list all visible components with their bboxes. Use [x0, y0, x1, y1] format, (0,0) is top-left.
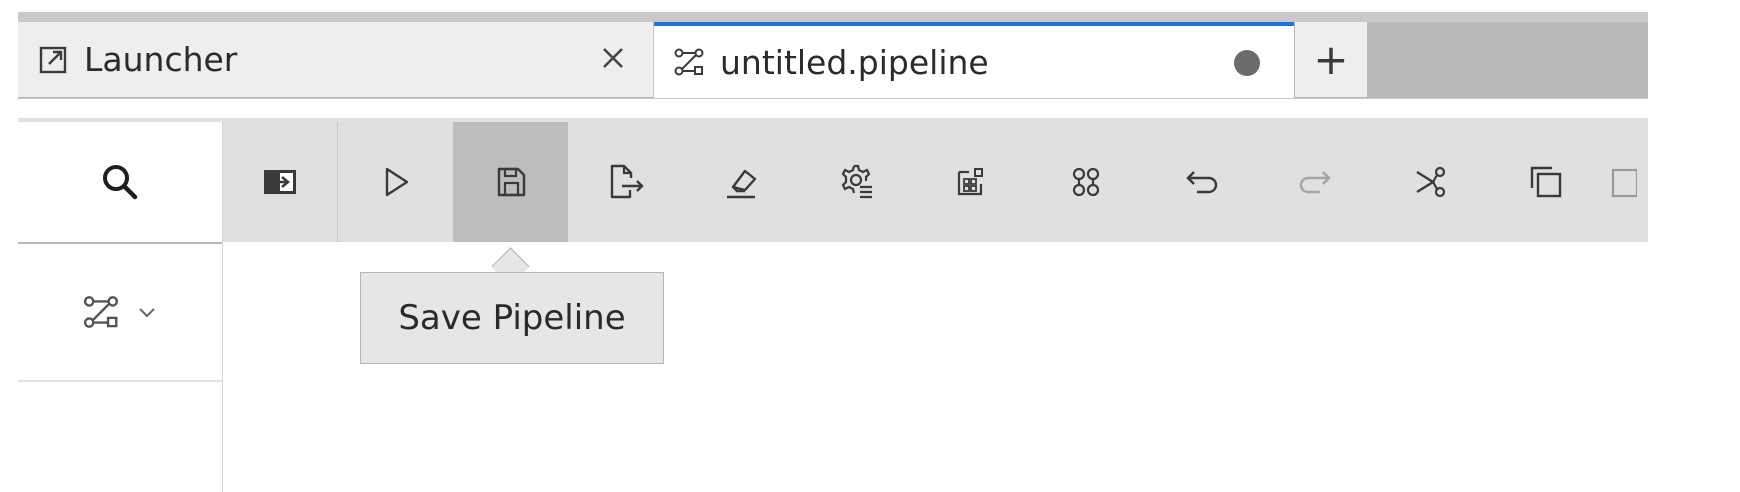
tab-bar: Launcher untitled.pipeline +: [18, 22, 1648, 99]
undo-icon: [1179, 160, 1223, 204]
images-icon: [951, 162, 991, 202]
play-icon: [376, 162, 416, 202]
export-icon: [604, 160, 648, 204]
add-tab-button[interactable]: +: [1295, 22, 1367, 97]
tooltip-text: Save Pipeline: [398, 298, 626, 338]
cut-button[interactable]: [1373, 122, 1488, 242]
pipeline-icon: [81, 292, 121, 332]
tab-launcher-label: Launcher: [84, 40, 238, 79]
pipeline-editor-window: Launcher untitled.pipeline + Save Pipeli…: [0, 0, 1740, 492]
window-top-strip: [18, 12, 1648, 22]
settings-list-icon: [834, 160, 878, 204]
save-pipeline-tooltip: Save Pipeline: [360, 272, 664, 364]
pipeline-toolbar: [223, 122, 1648, 242]
left-sidebar: [18, 122, 223, 492]
run-pipeline-button[interactable]: [338, 122, 453, 242]
plus-icon: +: [1313, 35, 1349, 84]
components-icon: [1066, 162, 1106, 202]
redo-icon: [1294, 160, 1338, 204]
copy-button[interactable]: [1488, 122, 1603, 242]
open-panel-button[interactable]: [223, 122, 338, 242]
paste-icon: [1603, 162, 1637, 202]
tab-untitled-pipeline[interactable]: untitled.pipeline: [654, 22, 1294, 98]
redo-button[interactable]: [1258, 122, 1373, 242]
clear-pipeline-button[interactable]: [683, 122, 798, 242]
tab-launcher[interactable]: Launcher: [18, 22, 654, 97]
unsaved-dot-icon[interactable]: [1234, 50, 1260, 76]
paste-button[interactable]: [1603, 122, 1637, 242]
runtime-settings-button[interactable]: [798, 122, 913, 242]
save-icon: [491, 162, 531, 202]
runtime-images-button[interactable]: [913, 122, 1028, 242]
panel-open-icon: [260, 162, 300, 202]
save-pipeline-button[interactable]: [453, 122, 568, 242]
export-pipeline-button[interactable]: [568, 122, 683, 242]
close-icon[interactable]: [595, 40, 631, 76]
search-icon: [98, 160, 142, 204]
chevron-down-icon: [135, 300, 159, 324]
launcher-icon: [36, 43, 70, 77]
copy-icon: [1524, 160, 1568, 204]
undo-button[interactable]: [1143, 122, 1258, 242]
components-button[interactable]: [1028, 122, 1143, 242]
tab-pipeline-label: untitled.pipeline: [720, 42, 989, 82]
pipeline-icon: [672, 45, 706, 79]
palette-dropdown-button[interactable]: [18, 244, 222, 382]
cut-icon: [1409, 160, 1453, 204]
search-button[interactable]: [18, 122, 222, 244]
eraser-icon: [719, 160, 763, 204]
